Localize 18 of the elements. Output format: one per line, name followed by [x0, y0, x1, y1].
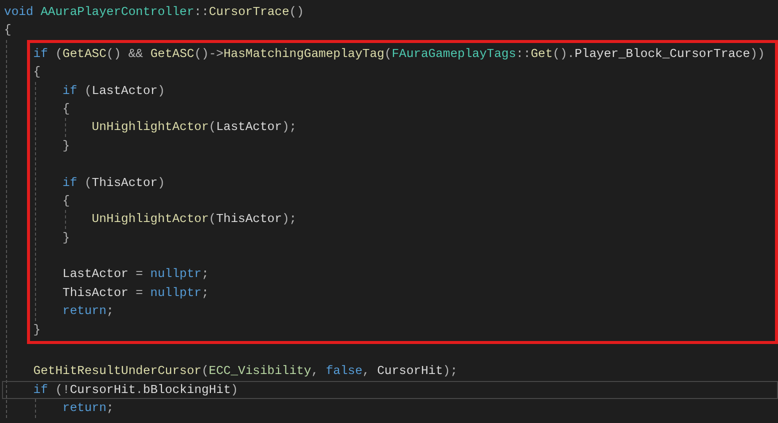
code-line: { [62, 192, 71, 210]
code-line: } [33, 322, 42, 339]
code-line: { [62, 100, 71, 118]
code-line: { [33, 64, 42, 82]
code-line: LastActor = nullptr; [62, 266, 210, 284]
code-line: ThisActor = nullptr; [62, 284, 210, 302]
code-line: UnHighlightActor(LastActor); [92, 119, 298, 136]
code-line: { [4, 22, 12, 40]
code-line: } [62, 138, 71, 155]
code-line: return; [62, 400, 115, 418]
code-line: if (LastActor) [62, 82, 166, 100]
code-line: UnHighlightActor(ThisActor); [92, 211, 298, 228]
code-line: return; [62, 303, 115, 320]
code-line: void AAuraPlayerController::CursorTrace() [4, 4, 305, 21]
code-line: if (GetASC() && GetASC()->HasMatchingGameplayTag(FAuraGameplayTags::Get().Player_Block_CursorTrace)) [33, 46, 766, 63]
code-line: if (ThisActor) [62, 174, 166, 192]
code-line: } [62, 230, 71, 247]
code-line: GetHitResultUnderCursor(ECC_Visibility, false, CursorHit); [33, 363, 459, 380]
